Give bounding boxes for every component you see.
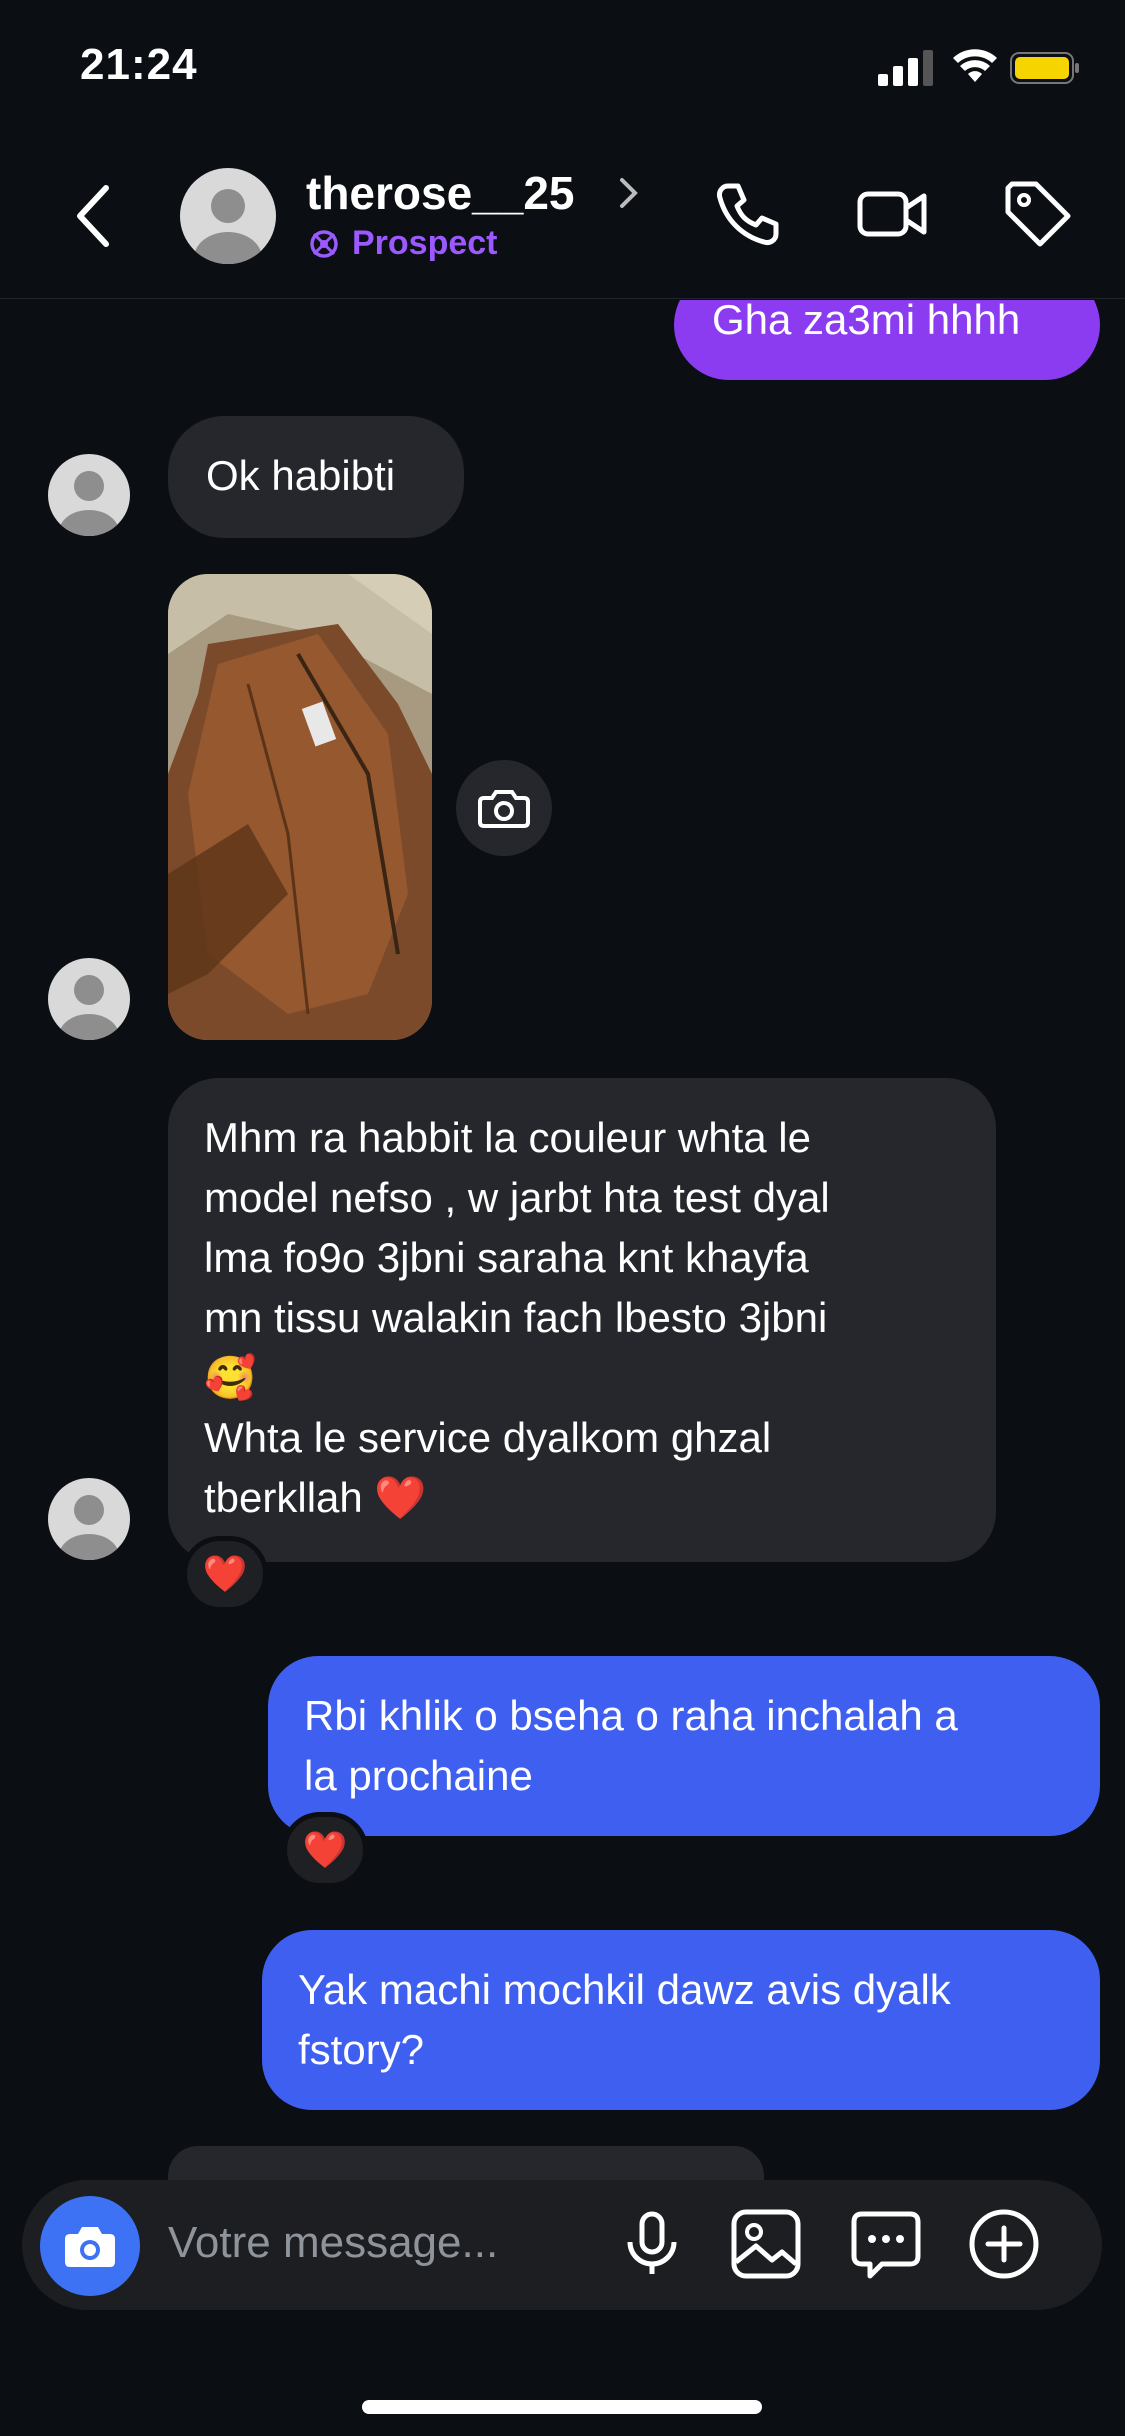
- message-text: Ok habibti: [206, 452, 396, 499]
- message-text-line: Whta le service dyalkom ghzal: [204, 1414, 772, 1461]
- avatar[interactable]: [48, 958, 130, 1040]
- photo-message[interactable]: [168, 574, 432, 1040]
- message-bubble-outgoing[interactable]: Yak machi mochkil dawz avis dyalk fstory…: [262, 1930, 1100, 2110]
- heart-reaction: ❤️: [302, 1829, 348, 1870]
- chevron-left-icon[interactable]: [70, 180, 118, 252]
- reaction-badge[interactable]: ❤️: [182, 1536, 268, 1612]
- avatar[interactable]: [48, 1478, 130, 1560]
- chevron-right-icon[interactable]: [618, 176, 640, 210]
- avatar[interactable]: [180, 168, 276, 264]
- message-bubble-incoming[interactable]: Ok habibti: [168, 416, 464, 538]
- avatar[interactable]: [48, 454, 130, 536]
- signal-icon: [878, 50, 933, 86]
- microphone-icon[interactable]: [614, 2206, 690, 2282]
- tag-icon[interactable]: [1002, 178, 1074, 250]
- battery-icon: [1010, 52, 1079, 84]
- message-bubble-outgoing[interactable]: Rbi khlik o bseha o raha inchalah a la p…: [268, 1656, 1100, 1836]
- phone-icon[interactable]: [712, 178, 784, 250]
- message-text-line: Mhm ra habbit la couleur whta le: [204, 1114, 811, 1161]
- message-text-line: mn tissu walakin fach lbesto 3jbni: [204, 1294, 828, 1341]
- status-time: 21:24: [80, 40, 198, 89]
- contact-label: Prospect: [352, 224, 498, 262]
- prospect-icon: [310, 230, 338, 258]
- sticker-icon[interactable]: [848, 2206, 924, 2282]
- reaction-badge[interactable]: ❤️: [282, 1812, 368, 1888]
- message-text: Rbi khlik o bseha o raha inchalah a la p…: [304, 1692, 958, 1799]
- contact-username[interactable]: therose__25: [306, 166, 575, 220]
- camera-button[interactable]: [40, 2196, 140, 2296]
- camera-icon: [65, 2227, 115, 2267]
- video-icon[interactable]: [856, 178, 928, 250]
- message-bubble-incoming[interactable]: Mhm ra habbit la couleur whta le model n…: [168, 1078, 996, 1562]
- wifi-icon: [953, 49, 997, 82]
- message-text-line: lma fo9o 3jbni saraha knt khayfa: [204, 1234, 809, 1281]
- plus-icon[interactable]: [966, 2206, 1042, 2282]
- message-text-line: 🥰: [204, 1354, 257, 1401]
- message-text-line: model nefso , w jarbt hta test dyal: [204, 1174, 830, 1221]
- save-photo-button[interactable]: [456, 760, 552, 856]
- message-text-line: tberkllah ❤️: [204, 1474, 427, 1521]
- gallery-icon[interactable]: [728, 2206, 804, 2282]
- message-input[interactable]: Votre message...: [168, 2218, 498, 2268]
- message-text: Yak machi mochkil dawz avis dyalk fstory…: [298, 1966, 951, 2073]
- message-text: Gha za3mi hhhh: [712, 296, 1021, 343]
- home-indicator: [362, 2400, 762, 2414]
- camera-icon: [478, 790, 530, 828]
- heart-reaction: ❤️: [202, 1553, 248, 1594]
